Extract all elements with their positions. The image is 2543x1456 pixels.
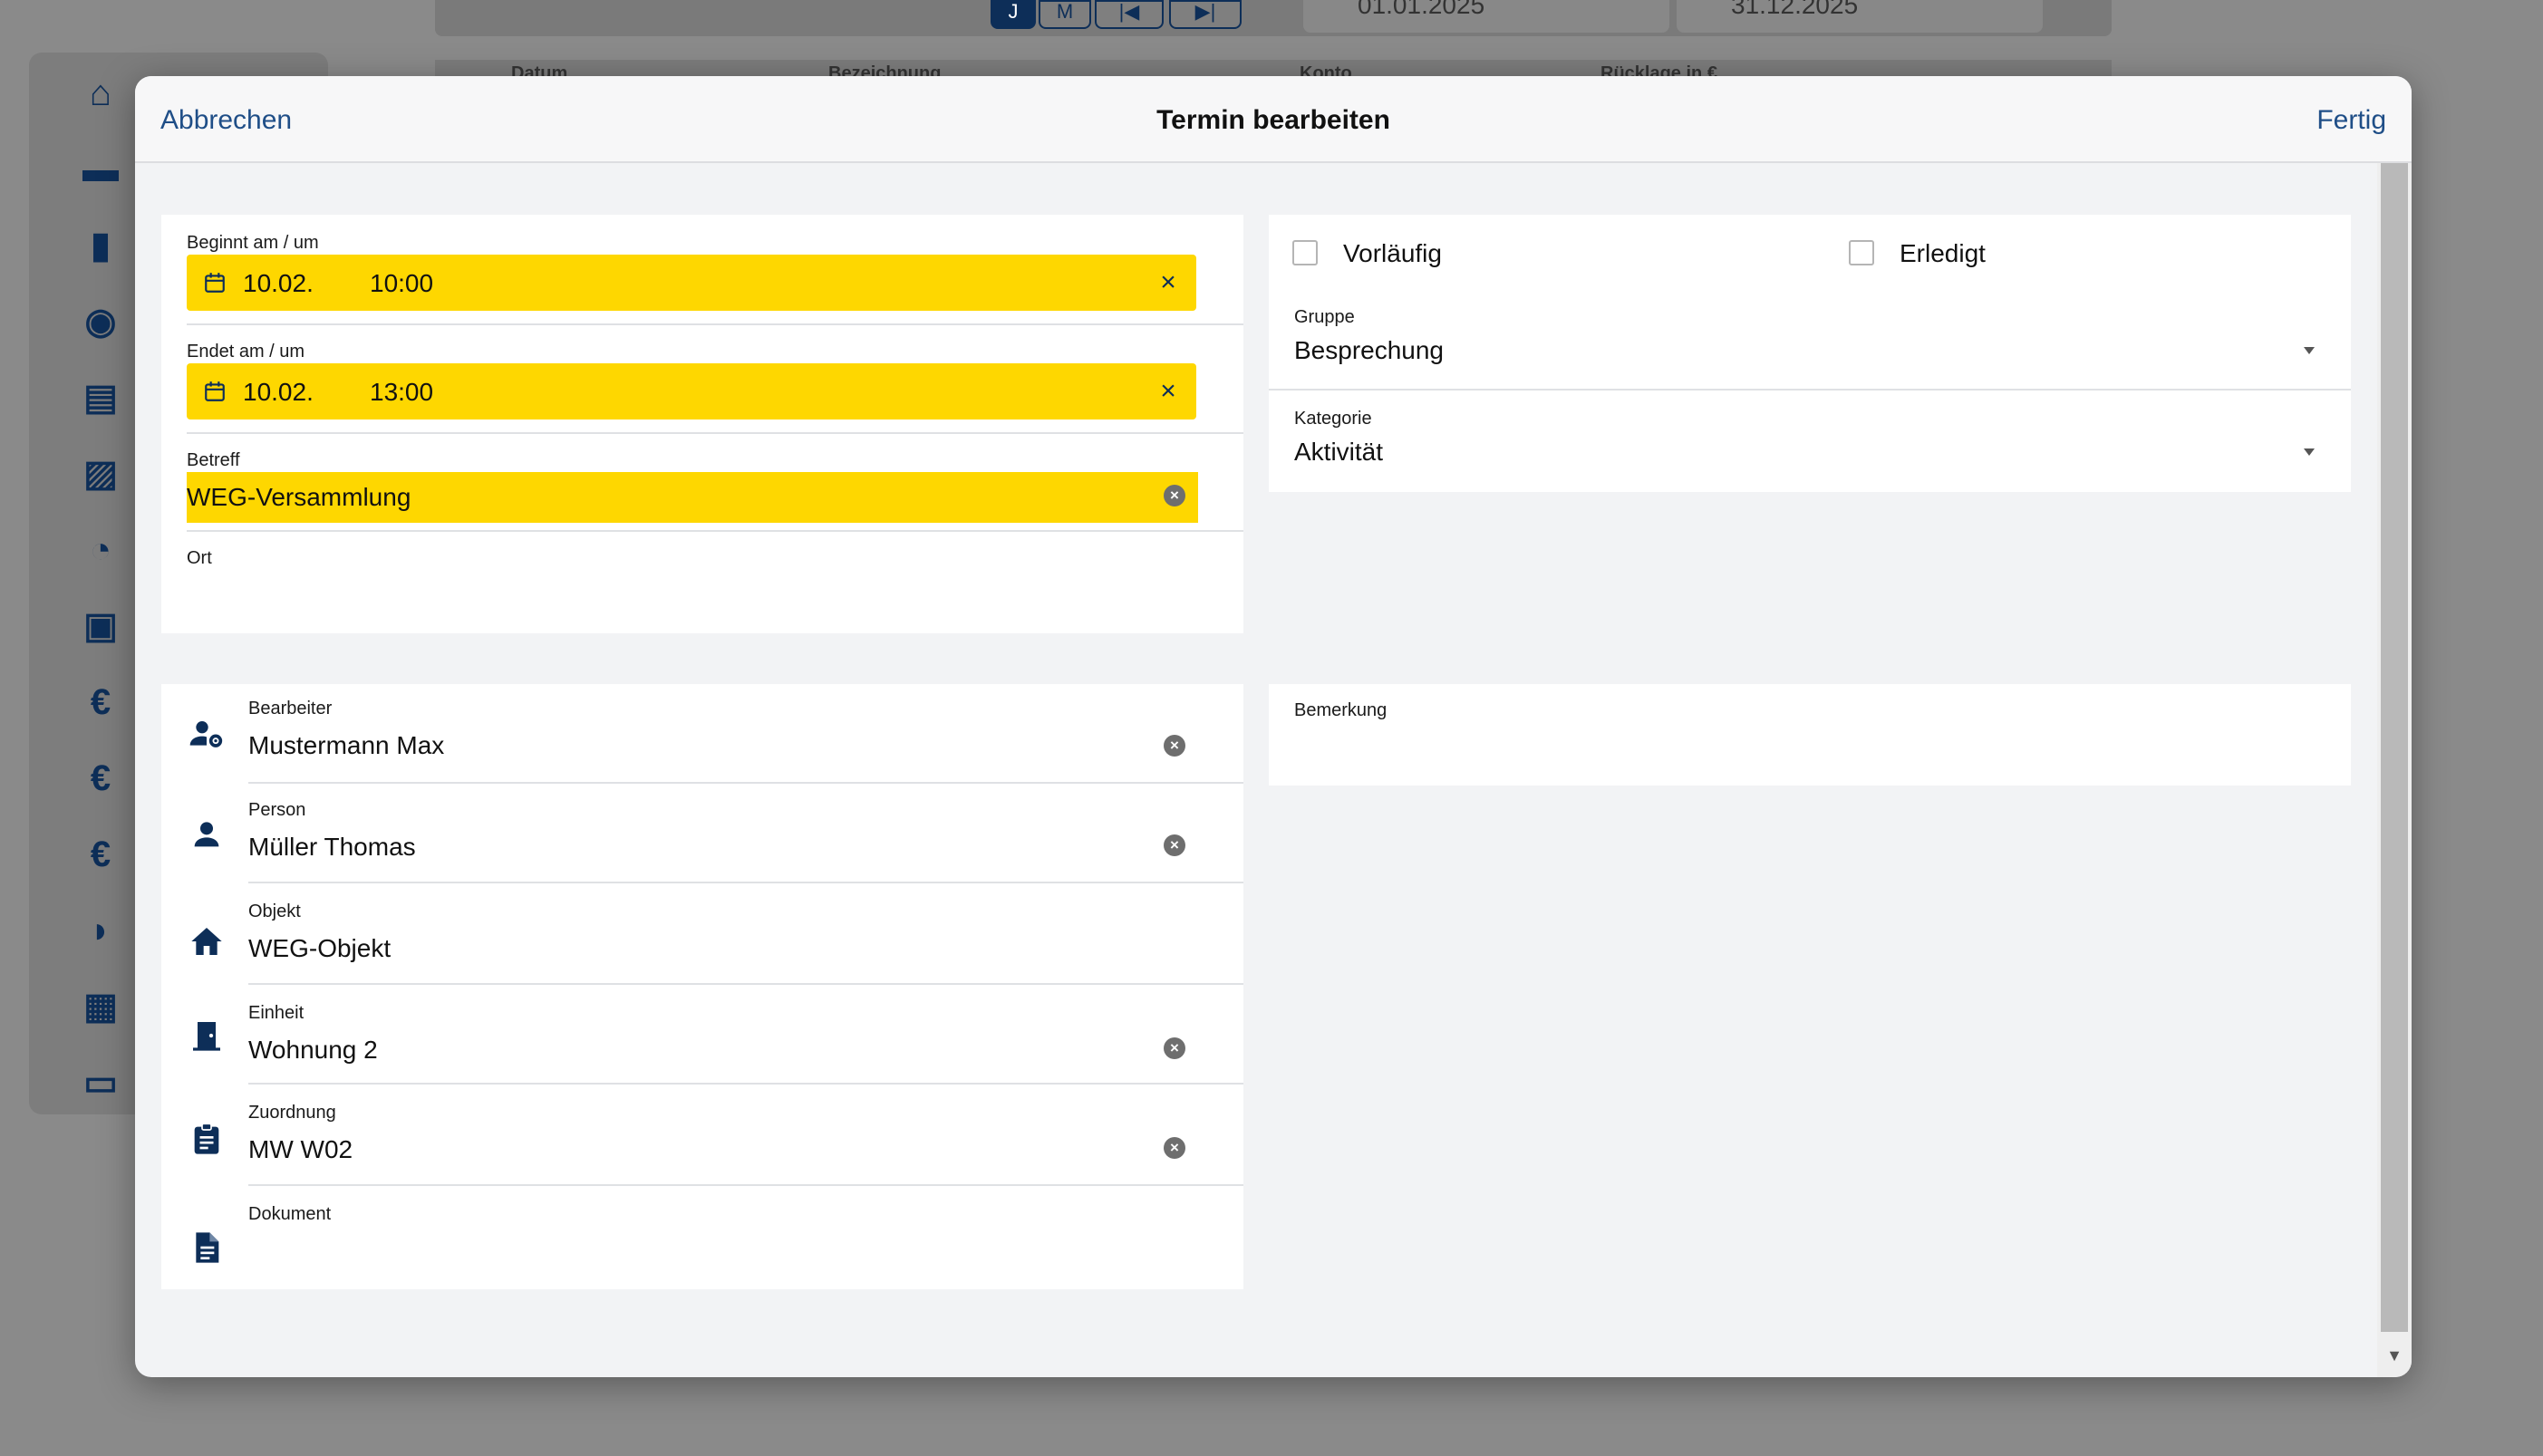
clear-start-icon[interactable]: ×	[1155, 269, 1182, 296]
chevron-down-icon[interactable]	[2304, 347, 2315, 354]
background-date-from: 01.01.2025	[1303, 0, 1669, 33]
clear-person-icon[interactable]: ×	[1164, 834, 1185, 856]
document-icon: ▤	[83, 378, 118, 418]
editor-value[interactable]: Mustermann Max	[248, 731, 444, 760]
door-icon: ▮	[90, 226, 111, 265]
assignment-row-allocation[interactable]: Zuordnung MW W02 ×	[161, 1085, 1243, 1186]
assignment-row-unit[interactable]: Einheit Wohnung 2 ×	[161, 985, 1243, 1085]
chevron-down-icon[interactable]	[2304, 448, 2315, 456]
home-icon: ⌂	[89, 73, 112, 113]
subject-input[interactable]: WEG-Versammlung ×	[187, 472, 1198, 523]
euro-icon: €	[90, 682, 111, 722]
printer-icon: ▬	[82, 149, 119, 189]
category-label: Kategorie	[1294, 409, 1372, 429]
dialog-title: Termin bearbeiten	[1156, 105, 1390, 135]
clipboard-icon	[194, 1123, 219, 1154]
background-last-button: ▶|	[1169, 0, 1242, 29]
group-value[interactable]: Besprechung	[1294, 336, 1444, 365]
property-label: Objekt	[248, 902, 301, 921]
clear-end-icon[interactable]: ×	[1155, 378, 1182, 405]
background-first-button: |◀	[1095, 0, 1164, 29]
unit-value[interactable]: Wohnung 2	[248, 1036, 378, 1065]
appointment-status-card: Vorläufig Erledigt Gruppe Besprechung Ka…	[1269, 215, 2351, 492]
clear-allocation-icon[interactable]: ×	[1164, 1137, 1185, 1159]
document-label: Dokument	[248, 1204, 332, 1224]
image-icon: ▨	[83, 454, 118, 494]
clear-unit-icon[interactable]: ×	[1164, 1037, 1185, 1059]
assignment-row-document[interactable]: Dokument	[161, 1186, 1243, 1287]
allocation-label: Zuordnung	[248, 1103, 336, 1123]
person-value[interactable]: Müller Thomas	[248, 833, 416, 862]
completed-label[interactable]: Erledigt	[1900, 239, 1986, 268]
location-input[interactable]	[187, 581, 1196, 617]
document-icon	[196, 1232, 219, 1263]
divider	[187, 530, 1243, 532]
user-settings-icon	[189, 721, 223, 747]
property-value[interactable]: WEG-Objekt	[248, 934, 391, 963]
start-date-value[interactable]: 10.02.	[243, 269, 314, 298]
edit-appointment-dialog: Abbrechen Termin bearbeiten Fertig Begin…	[135, 76, 2412, 1377]
scrollbar-thumb[interactable]	[2381, 163, 2408, 1332]
group-select[interactable]: Besprechung	[1294, 333, 2325, 372]
category-value[interactable]: Aktivität	[1294, 438, 1383, 467]
start-time-value[interactable]: 10:00	[370, 269, 433, 298]
speedometer-icon: ◔	[89, 530, 112, 570]
subject-label: Betreff	[187, 450, 240, 470]
editor-label: Bearbeiter	[248, 699, 333, 718]
clear-subject-icon[interactable]: ×	[1164, 485, 1185, 506]
completed-checkbox[interactable]	[1849, 240, 1874, 265]
done-button[interactable]: Fertig	[2316, 105, 2386, 136]
scroll-down-icon[interactable]: ▼	[2383, 1346, 2406, 1368]
money-icon: ▭	[83, 1063, 118, 1103]
divider	[187, 432, 1243, 434]
start-label: Beginnt am / um	[187, 233, 319, 253]
end-date-value[interactable]: 10.02.	[243, 378, 314, 407]
assignment-row-person[interactable]: Person Müller Thomas ×	[161, 784, 1243, 883]
provisional-label[interactable]: Vorläufig	[1343, 239, 1442, 268]
euro-icon: €	[90, 758, 111, 798]
group-label: Gruppe	[1294, 307, 1355, 327]
remark-card[interactable]: Bemerkung	[1269, 684, 2351, 786]
people-icon: ◉	[84, 302, 117, 342]
divider	[1269, 389, 2351, 391]
unit-label: Einheit	[248, 1003, 305, 1023]
appointment-details-card: Beginnt am / um 10.02. 10:00 × Endet am …	[161, 215, 1243, 633]
divider	[187, 323, 1243, 325]
location-label: Ort	[187, 548, 212, 568]
piggy-bank-icon: ◗	[89, 911, 112, 950]
background-month-button: M	[1039, 0, 1091, 29]
dialog-header: Abbrechen Termin bearbeiten Fertig	[135, 76, 2412, 163]
remark-label: Bemerkung	[1294, 700, 1388, 720]
door-icon	[193, 1022, 220, 1051]
start-datetime-field[interactable]: 10.02. 10:00 ×	[187, 255, 1196, 311]
calendar-icon: ▦	[83, 987, 118, 1027]
category-select[interactable]: Aktivität	[1294, 434, 2325, 474]
euro-icon: €	[90, 834, 111, 874]
calendar-icon[interactable]	[203, 271, 227, 294]
provisional-checkbox[interactable]	[1292, 240, 1318, 265]
end-time-value[interactable]: 13:00	[370, 378, 433, 407]
assignment-row-editor[interactable]: Bearbeiter Mustermann Max ×	[161, 684, 1243, 784]
calendar-icon[interactable]	[203, 380, 227, 403]
person-icon	[194, 822, 219, 847]
background-date-to: 31.12.2025	[1677, 0, 2043, 33]
assignments-card: Bearbeiter Mustermann Max × Person Mülle…	[161, 684, 1243, 1289]
assignment-row-property[interactable]: Objekt WEG-Objekt	[161, 883, 1243, 985]
end-label: Endet am / um	[187, 342, 305, 362]
clear-editor-icon[interactable]: ×	[1164, 735, 1185, 757]
home-icon	[191, 928, 222, 955]
end-datetime-field[interactable]: 10.02. 13:00 ×	[187, 363, 1196, 419]
background-year-button: J	[991, 0, 1036, 29]
briefcase-icon: ▣	[83, 606, 118, 646]
person-label: Person	[248, 800, 306, 820]
allocation-value[interactable]: MW W02	[248, 1135, 353, 1164]
subject-value[interactable]: WEG-Versammlung	[187, 483, 411, 512]
